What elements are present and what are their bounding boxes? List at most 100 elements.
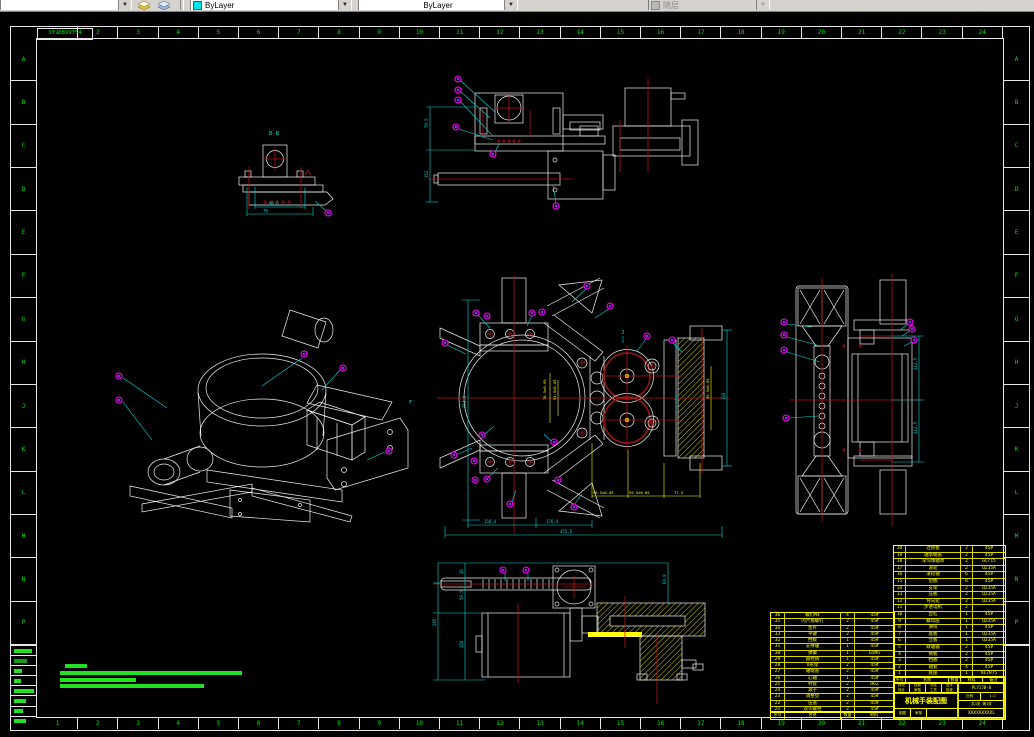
dim: 455.5 [560,529,573,534]
ruler-cell: 4 [159,27,199,38]
layer-states-icon[interactable] [156,0,172,11]
ruler-cell: 4 [159,718,199,729]
linetype-value: ByLayer [423,0,453,10]
ruler-cell: 18 [721,27,762,38]
layers-icon[interactable] [136,0,152,11]
dim: 158.4 [484,519,497,524]
layer-dropdown[interactable]: ▼ [0,0,132,10]
ruler-cell: D [1004,168,1029,212]
ruler-cell: 10 [400,718,441,729]
bom-row: 11 步进电机 2 [894,605,1005,612]
ruler-cell: A [11,38,36,82]
bom-row: 9 螺母座 1 Q235A [894,618,1005,626]
hatched-foot [639,635,683,681]
dim: 59.5 [459,590,464,600]
ruler-cell: 18 [721,718,762,729]
ruler-cell: K [11,428,36,472]
ruler-cell: 16 [641,27,682,38]
ruler-cell: P [11,602,36,646]
checker-label: 审核 [910,708,927,719]
bom-row: 6 立板 1 Q235A [894,638,1005,645]
ruler-cell: J [11,385,36,429]
color-value: ByLayer [205,0,235,10]
bom-row: 3 挡圈 2 45# [894,658,1005,665]
color-swatch [193,0,202,10]
chevron-down-icon: ▼ [756,0,769,10]
ruler-cell: E [11,211,36,255]
view-front-main[interactable]: 254.4 158.4 176.4 455.5 130 76.5±0.05 51… [432,268,734,550]
section-label: B-B [269,131,280,137]
ruler-cell: 20 [802,27,843,38]
ruler-cell: D [11,168,36,212]
balloon-leaders [122,357,386,461]
bom-row: 20 连接板 2 45# [894,546,1005,553]
ruler-cell: M [1004,515,1029,559]
bom-row: 18 深沟球轴承 2 GCr15 [894,559,1005,566]
ruler-cell: 17 [681,27,722,38]
title-block: 标记 处数 分区 签字 设计 审核 工艺 批准 机械手装配图 制图 审核 PLY27B-0 … [893,682,1006,720]
dim: 245 [432,618,437,626]
dim: 76.5±0.05 [542,379,547,400]
dim: 90.5±0.05 [705,378,710,399]
frame-right-lower [1004,645,1029,719]
bom-row: 12 导向轮 2 Q235A [894,598,1005,606]
ruler-cell: 17 [681,718,722,729]
ruler-right: ABCDEFGHJKLMNP [1004,38,1029,646]
ruler-cell: G [11,298,36,342]
ruler-cell: 6 [239,718,280,729]
lineweight-value: 随层 [663,0,679,10]
view-right-side[interactable]: 112.5 112.5 [762,270,930,530]
linetype-dropdown[interactable]: ByLayer ▼ [358,0,518,10]
bom-row: 4 侧板 2 45# [894,651,1005,659]
ruler-cell: 13 [520,718,561,729]
tech-requirements-line [60,671,242,675]
ruler-cell: N [1004,558,1029,602]
dim: 63.8 [662,574,667,584]
ruler-cell: 13 [520,27,561,38]
dim: 176.4 [546,519,559,524]
dim: 112.5 [913,421,918,434]
view-bottom-section[interactable]: 245 35 59.5 150 63.8 [425,548,715,705]
ruler-cell: 8 [319,718,360,729]
dim: 152 [424,170,429,178]
view-top-elevation[interactable]: 79.5 152 [420,60,712,220]
ruler-top: 1 2 3 4 5 6 7 8 9 10 11 12 13 14 15 16 17 18 19 20 21 22 23 24 [38,27,1003,38]
bom-left-header: 序号 名称 数量 材料 [770,711,895,720]
ruler-cell: 14 [561,718,601,729]
view-detail-bb[interactable]: B-B 98.6 78 [225,125,345,220]
bom-row: 2 轴套 4 45# [894,664,1005,672]
bom-header-cell: 材料 [855,712,894,719]
bom-header-cell: 名称 [785,712,841,719]
dim: 130 [721,392,726,400]
bom-row: 15 垫圈 8 45# [894,578,1005,586]
ruler-cell: P [1004,602,1029,646]
chevron-down-icon[interactable]: ▼ [338,0,351,10]
bom-header-cell: 数量 [841,712,855,719]
bom-row: 8 滑块 1 45# [894,625,1005,632]
frame-mini-table [11,645,36,724]
ruler-left: ABCDEFGHJKLMNP [11,38,36,646]
dim: 59.5±0.05 [629,490,650,495]
bom-row: 17 滚轮 2 Q235A [894,565,1005,573]
ruler-cell: 9 [360,27,400,38]
chevron-down-icon[interactable]: ▼ [504,0,517,10]
drawing-title: 机械手装配图 [894,693,958,709]
ruler-cell: 15 [601,718,642,729]
bom-row: 14 支架 2 Q235A [894,585,1005,593]
ruler-cell: 5 [199,718,240,729]
ruler-cell: B [11,81,36,125]
color-dropdown[interactable]: ByLayer ▼ [190,0,352,10]
bom-row: 19 轴承端盖 2 45# [894,552,1005,560]
ruler-cell: J [1004,385,1029,429]
bom-row: 10 丝杠 1 45# [894,611,1005,619]
dim: 77.5 [674,490,683,495]
view-isometric[interactable]: F′ [112,290,424,523]
lineweight-dropdown[interactable]: 随层 ▼ [648,0,770,10]
ruler-cell: C [11,125,36,169]
chevron-down-icon[interactable]: ▼ [118,0,131,10]
dim: 254.4 [462,395,467,408]
ruler-cell: 12 [480,718,521,729]
ruler-cell: 2 [78,718,119,729]
ruler-cell: M [11,515,36,559]
tech-requirements-line [60,678,136,682]
